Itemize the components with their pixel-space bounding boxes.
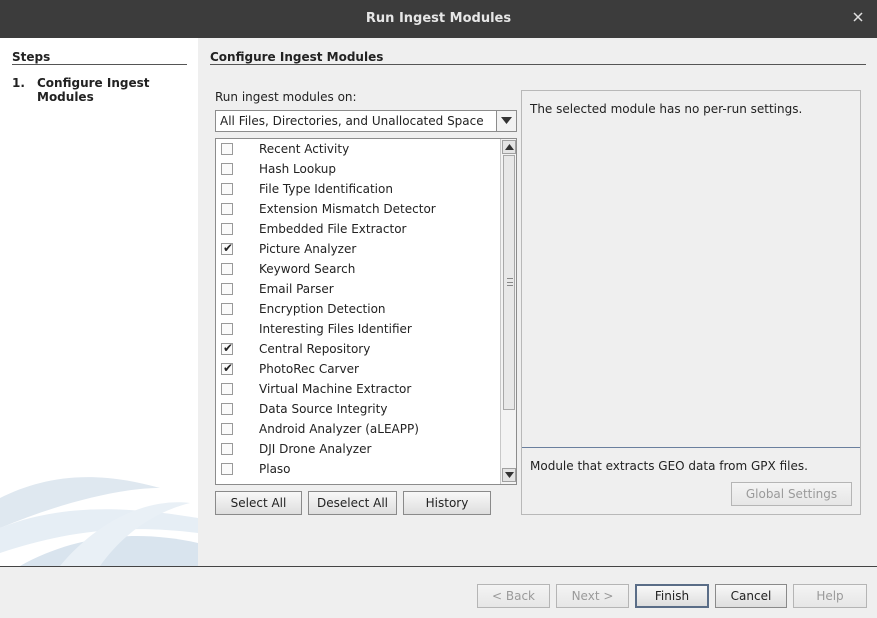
- run-on-label: Run ingest modules on:: [215, 90, 357, 104]
- module-list-item[interactable]: Hash Lookup: [216, 159, 500, 179]
- module-checkbox[interactable]: ✔: [221, 361, 234, 375]
- module-label: Central Repository: [259, 342, 371, 356]
- close-icon[interactable]: [851, 10, 865, 24]
- next-button[interactable]: Next >: [556, 584, 629, 608]
- window-title: Run Ingest Modules: [365, 11, 512, 26]
- module-checkbox[interactable]: ✔: [221, 341, 234, 355]
- checkmark-icon: ✔: [223, 341, 234, 355]
- step-label: Configure Ingest Modules: [37, 76, 150, 104]
- finish-button[interactable]: Finish: [635, 584, 709, 608]
- module-list-item[interactable]: Email Parser: [216, 279, 500, 299]
- module-checkbox[interactable]: [221, 183, 233, 195]
- module-label: Encryption Detection: [259, 302, 386, 316]
- module-checkbox[interactable]: [221, 223, 233, 235]
- steps-panel: Steps 1. Configure Ingest Modules: [0, 38, 198, 566]
- module-list-item[interactable]: Interesting Files Identifier: [216, 319, 500, 339]
- module-label: File Type Identification: [259, 182, 393, 196]
- module-label: Recent Activity: [259, 142, 350, 156]
- module-list[interactable]: Recent Activity Hash Lookup File Type Iden…: [215, 138, 517, 485]
- module-checkbox[interactable]: [221, 383, 233, 395]
- module-checkbox[interactable]: ✔: [221, 241, 234, 255]
- cancel-button[interactable]: Cancel: [715, 584, 787, 608]
- chevron-down-icon: [501, 117, 512, 124]
- module-label: Picture Analyzer: [259, 242, 357, 256]
- module-checkbox[interactable]: [221, 303, 233, 315]
- module-label: Android Analyzer (aLEAPP): [259, 422, 419, 436]
- module-list-item[interactable]: Embedded File Extractor: [216, 219, 500, 239]
- module-label: Plaso: [259, 462, 291, 476]
- module-list-item[interactable]: Plaso: [216, 459, 500, 479]
- module-label: Keyword Search: [259, 262, 356, 276]
- dropdown-arrow-button[interactable]: [496, 111, 516, 131]
- scroll-up-button[interactable]: [502, 140, 516, 154]
- module-list-item[interactable]: Encryption Detection: [216, 299, 500, 319]
- run-on-selected-value: All Files, Directories, and Unallocated …: [220, 114, 484, 128]
- settings-message: The selected module has no per-run setti…: [530, 102, 803, 116]
- module-label: Interesting Files Identifier: [259, 322, 412, 336]
- configure-header-divider: [210, 64, 866, 65]
- step-number: 1.: [12, 76, 25, 90]
- module-checkbox[interactable]: [221, 283, 233, 295]
- module-checkbox[interactable]: [221, 143, 233, 155]
- select-all-button[interactable]: Select All: [215, 491, 302, 515]
- module-checkbox[interactable]: [221, 163, 233, 175]
- module-list-item[interactable]: Extension Mismatch Detector: [216, 199, 500, 219]
- module-list-item[interactable]: Data Source Integrity: [216, 399, 500, 419]
- configure-panel: Configure Ingest Modules Run ingest modu…: [198, 38, 877, 566]
- module-checkbox[interactable]: [221, 263, 233, 275]
- module-checkbox[interactable]: [221, 403, 233, 415]
- steps-header-divider: [12, 64, 187, 65]
- settings-divider: [522, 447, 860, 448]
- wizard-footer: < Back Next > Finish Cancel Help: [0, 566, 877, 618]
- module-list-item[interactable]: ✔ PhotoRec Carver: [216, 359, 500, 379]
- scroll-grip: [507, 278, 513, 286]
- module-checkbox[interactable]: [221, 423, 233, 435]
- arrow-up-icon: [505, 144, 514, 150]
- module-list-item[interactable]: Virtual Machine Extractor: [216, 379, 500, 399]
- module-label: Data Source Integrity: [259, 402, 388, 416]
- module-checkbox[interactable]: [221, 463, 233, 475]
- module-label: Hash Lookup: [259, 162, 337, 176]
- module-checkbox[interactable]: [221, 443, 233, 455]
- deselect-all-button[interactable]: Deselect All: [308, 491, 397, 515]
- help-button[interactable]: Help: [793, 584, 867, 608]
- history-button[interactable]: History: [403, 491, 491, 515]
- scroll-down-button[interactable]: [502, 468, 516, 482]
- module-list-item[interactable]: ✔ Picture Analyzer: [216, 239, 500, 259]
- module-list-item[interactable]: Recent Activity: [216, 139, 500, 159]
- arrow-down-icon: [505, 472, 514, 478]
- module-settings-panel: The selected module has no per-run setti…: [521, 90, 861, 515]
- module-label: Virtual Machine Extractor: [259, 382, 412, 396]
- module-label: Embedded File Extractor: [259, 222, 407, 236]
- run-on-dropdown[interactable]: All Files, Directories, and Unallocated …: [215, 110, 517, 132]
- module-label: Extension Mismatch Detector: [259, 202, 436, 216]
- module-list-item[interactable]: ✔ Central Repository: [216, 339, 500, 359]
- module-list-item[interactable]: DJI Drone Analyzer: [216, 439, 500, 459]
- configure-header: Configure Ingest Modules: [210, 50, 384, 64]
- module-description: Module that extracts GEO data from GPX f…: [530, 459, 808, 473]
- module-label: DJI Drone Analyzer: [259, 442, 372, 456]
- module-label: PhotoRec Carver: [259, 362, 359, 376]
- module-label: Email Parser: [259, 282, 334, 296]
- title-bar: Run Ingest Modules: [0, 0, 877, 38]
- steps-header: Steps: [12, 50, 51, 64]
- checkmark-icon: ✔: [223, 241, 234, 255]
- module-checkbox[interactable]: [221, 323, 233, 335]
- module-list-item[interactable]: Android Analyzer (aLEAPP): [216, 419, 500, 439]
- back-button[interactable]: < Back: [477, 584, 550, 608]
- module-list-item[interactable]: Keyword Search: [216, 259, 500, 279]
- global-settings-button[interactable]: Global Settings: [731, 482, 852, 506]
- module-checkbox[interactable]: [221, 203, 233, 215]
- module-list-item[interactable]: File Type Identification: [216, 179, 500, 199]
- scroll-thumb[interactable]: [503, 155, 515, 410]
- watermark-swoosh-graphic: [0, 477, 198, 566]
- module-list-scrollbar[interactable]: [500, 139, 516, 484]
- checkmark-icon: ✔: [223, 361, 234, 375]
